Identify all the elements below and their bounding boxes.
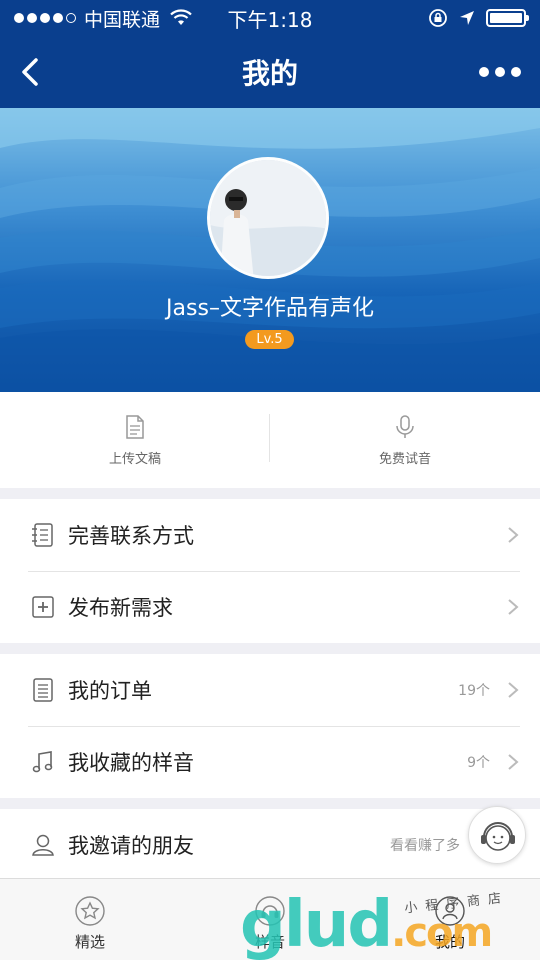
menu-label: 我邀请的朋友 [68, 834, 194, 858]
wifi-icon [170, 9, 192, 25]
menu-group-orders: 我的订单 19个 我收藏的样音 9个 [0, 654, 540, 798]
menu-label: 发布新需求 [68, 596, 173, 620]
navigation-bar: 我的 [0, 36, 540, 108]
contacts-book-icon [32, 523, 53, 547]
order-list-icon [33, 678, 53, 702]
tab-label: 精选 [74, 933, 105, 951]
chevron-right-icon [508, 599, 519, 615]
upload-manuscript-button[interactable]: 上传文稿 [0, 392, 270, 488]
menu-item-my-orders[interactable]: 我的订单 19个 [0, 654, 540, 726]
plus-square-icon [32, 596, 54, 618]
menu-label: 我收藏的样音 [68, 751, 194, 775]
action-label: 上传文稿 [108, 451, 161, 467]
menu-item-publish-request[interactable]: 发布新需求 [0, 571, 540, 643]
tab-featured[interactable]: 精选 [0, 879, 180, 960]
profile-header: Jass–文字作品有声化 Lv.5 [0, 108, 540, 392]
avatar[interactable] [207, 157, 329, 279]
microphone-icon [396, 414, 414, 438]
username: Jass–文字作品有声化 [166, 296, 374, 321]
menu-item-invited-friends[interactable]: 我邀请的朋友 看看赚了多 [0, 809, 540, 881]
menu-item-saved-samples[interactable]: 我收藏的样音 9个 [0, 726, 540, 798]
customer-service-button[interactable] [468, 806, 526, 864]
location-arrow-icon [460, 11, 474, 25]
carrier-name: 中国联通 [84, 8, 161, 31]
lock-rotation-icon [429, 9, 447, 27]
action-label: 免费试音 [378, 451, 431, 467]
order-count: 19个 [458, 683, 490, 699]
signal-strength-icon [14, 13, 76, 23]
page-title: 我的 [241, 57, 298, 90]
menu-label: 我的订单 [68, 679, 152, 703]
chevron-right-icon [508, 754, 519, 770]
chevron-left-icon[interactable] [14, 54, 50, 90]
headset-face-icon [481, 822, 515, 851]
divider [269, 414, 270, 462]
battery-icon [486, 9, 529, 27]
free-audition-button[interactable]: 免费试音 [270, 392, 540, 488]
star-icon [75, 896, 105, 926]
level-badge: Lv.5 [245, 330, 294, 349]
earnings-hint: 看看赚了多 [390, 838, 460, 854]
music-note-icon [32, 751, 53, 773]
menu-group-contact: 完善联系方式 发布新需求 [0, 499, 540, 643]
status-bar: 中国联通 下午1:18 [0, 0, 540, 36]
more-dots-icon[interactable] [478, 62, 522, 82]
chevron-right-icon [508, 527, 519, 543]
person-icon [32, 834, 54, 856]
document-icon [126, 414, 144, 439]
menu-group-invite: 我邀请的朋友 看看赚了多 [0, 809, 540, 881]
chevron-right-icon [508, 682, 519, 698]
menu-item-contact-info[interactable]: 完善联系方式 [0, 499, 540, 571]
menu-label: 完善联系方式 [68, 524, 194, 548]
saved-count: 9个 [467, 755, 490, 771]
quick-actions: 上传文稿 免费试音 [0, 392, 540, 488]
